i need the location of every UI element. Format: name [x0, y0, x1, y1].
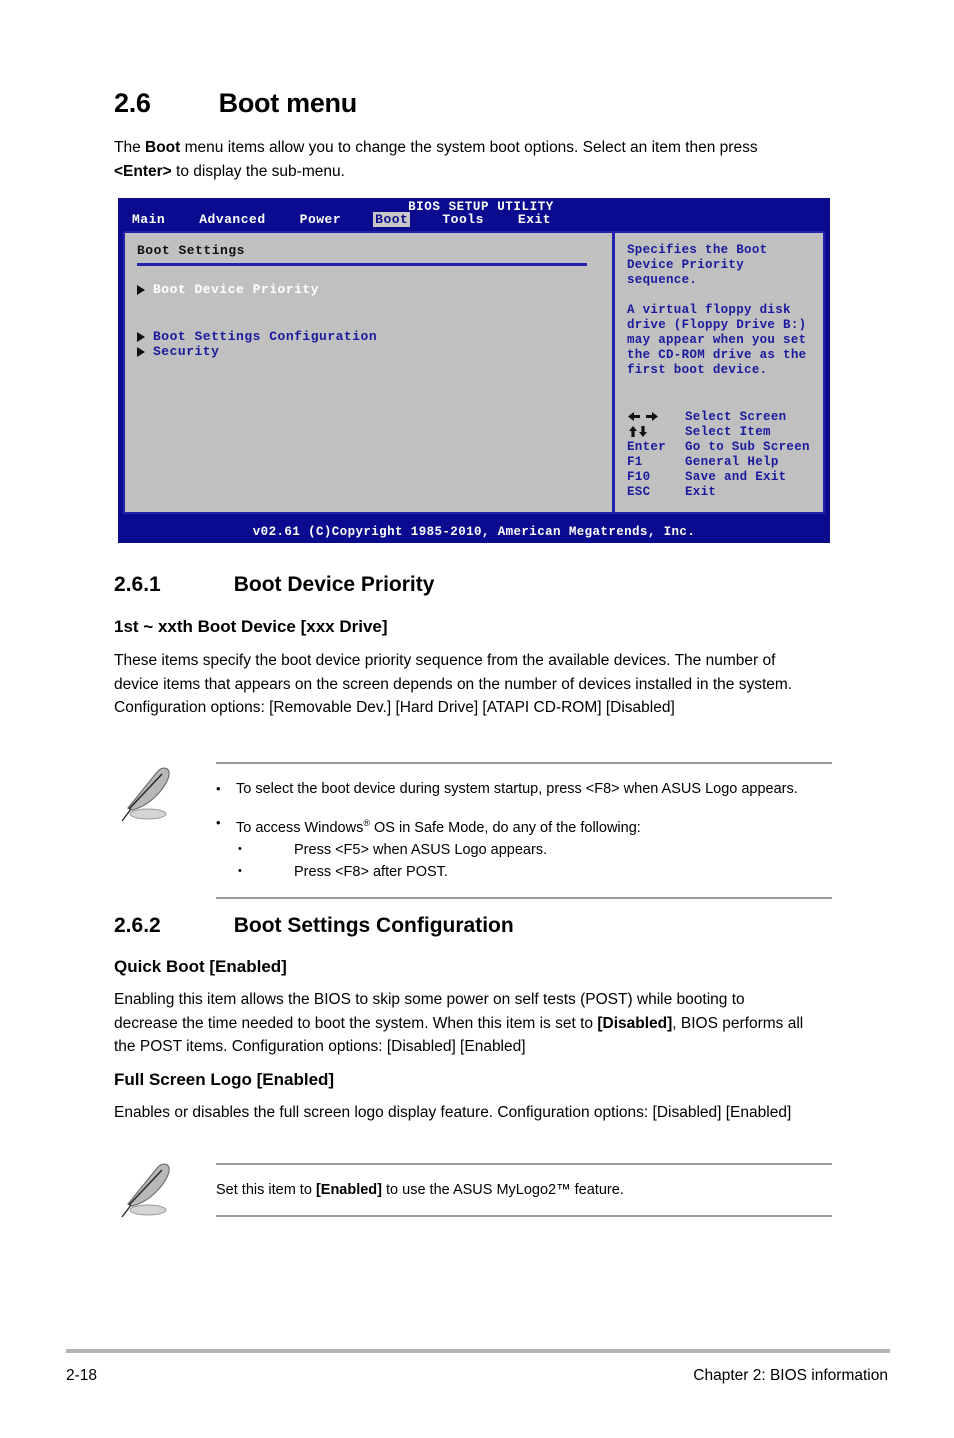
- note-sub-bullet-text: Press <F8> after POST.: [294, 863, 448, 880]
- note-text-a: Set this item to: [216, 1182, 316, 1198]
- legend-row-esc: ESC Exit: [627, 484, 810, 499]
- subsection-1-heading: 2.6.1 Boot Device Priority: [114, 573, 434, 597]
- section-number: 2.6: [114, 88, 151, 118]
- note-bullet-2: • To access Windows® OS in Safe Mode, do…: [216, 812, 832, 839]
- legend-key-label: F1: [627, 454, 643, 469]
- bios-tab-main[interactable]: Main: [130, 212, 167, 227]
- bios-help-panel: Specifies the Boot Device Priority seque…: [615, 233, 823, 512]
- legend-action: Exit: [685, 484, 717, 499]
- bullet-icon: •: [216, 815, 221, 830]
- legend-action: Go to Sub Screen: [685, 439, 810, 454]
- paragraph-bold-disabled: [Disabled]: [597, 1014, 673, 1032]
- registered-mark: ®: [363, 818, 370, 828]
- legend-row-f10: F10 Save and Exit: [627, 469, 810, 484]
- section-heading: 2.6 Boot menu: [114, 88, 357, 119]
- subsection-title: Boot Device Priority: [233, 573, 435, 596]
- bios-navigation-legend: Select Screen Select Item Enter Go to Su…: [627, 409, 810, 499]
- bios-menu-tabs: Main Advanced Power Boot Tools Exit: [130, 212, 583, 227]
- legend-action: Save and Exit: [685, 469, 787, 484]
- bios-tab-tools[interactable]: Tools: [440, 212, 486, 227]
- subsection-number: 2.6.1: [114, 573, 161, 596]
- note-pencil-icon: [118, 762, 176, 824]
- note-text-b: to use the ASUS MyLogo2™ feature.: [382, 1182, 624, 1198]
- bios-item-security[interactable]: Security: [137, 344, 612, 359]
- bios-item-label: Security: [153, 344, 220, 359]
- bullet-text-pre: To access Windows: [236, 819, 364, 836]
- legend-row-enter: Enter Go to Sub Screen: [627, 439, 810, 454]
- triangle-right-icon: [137, 331, 145, 342]
- bios-help-paragraph-2: A virtual floppy disk drive (Floppy Driv…: [627, 303, 807, 377]
- legend-row-select-item: Select Item: [627, 424, 810, 439]
- bios-content-area: Boot Settings Boot Device Priority Boot …: [123, 231, 825, 514]
- bios-item-label: Boot Settings Configuration: [153, 329, 378, 344]
- note-sub-bullet-2: • Press <F8> after POST.: [216, 861, 832, 883]
- footer-divider: [66, 1349, 890, 1353]
- triangle-right-icon: [137, 346, 145, 357]
- paragraph-boot-device: These items specify the boot device prio…: [114, 652, 793, 716]
- legend-action: General Help: [685, 454, 779, 469]
- legend-key-label: F10: [627, 469, 651, 484]
- item-heading-quick-boot: Quick Boot [Enabled]: [114, 957, 287, 976]
- intro-bold-boot: Boot: [145, 139, 181, 156]
- bios-panel-heading: Boot Settings: [137, 243, 245, 258]
- note-rule-bottom: [216, 1215, 832, 1217]
- footer-chapter-label: Chapter 2: BIOS information: [693, 1367, 888, 1384]
- note-content-2: Set this item to [Enabled] to use the AS…: [216, 1165, 832, 1215]
- bios-copyright-footer: v02.61 (C)Copyright 1985-2010, American …: [252, 525, 696, 539]
- bios-item-boot-device-priority[interactable]: Boot Device Priority: [137, 282, 612, 297]
- note-bullet-text: To select the boot device during system …: [236, 781, 798, 797]
- note-pencil-icon: [118, 1158, 176, 1220]
- note-body-1: • To select the boot device during syste…: [216, 762, 832, 899]
- legend-key-label: Enter: [627, 439, 667, 454]
- note-sub-bullet-1: • Press <F5> when ASUS Logo appears.: [216, 839, 832, 861]
- section-title: Boot menu: [218, 88, 358, 118]
- document-page: 2.6 Boot menu The Boot menu items allow …: [0, 0, 954, 1438]
- subsection-2-heading: 2.6.2 Boot Settings Configuration: [114, 914, 514, 938]
- intro-text-2: menu items allow you to change the syste…: [180, 139, 758, 156]
- note-bullet-text: To access Windows® OS in Safe Mode, do a…: [236, 812, 832, 839]
- bullet-icon: •: [216, 781, 221, 796]
- triangle-right-icon: [137, 284, 145, 295]
- bios-tab-advanced[interactable]: Advanced: [197, 212, 267, 227]
- note-rule-bottom: [216, 896, 832, 899]
- intro-text-1: The: [114, 139, 146, 156]
- paragraph-full-screen-logo: Enables or disables the full screen logo…: [114, 1104, 792, 1121]
- note-content-1: • To select the boot device during syste…: [216, 764, 832, 897]
- sub-bullet-icon: •: [238, 864, 242, 877]
- sub-bullet-icon: •: [238, 842, 242, 855]
- subsection-title: Boot Settings Configuration: [233, 914, 514, 937]
- bios-item-boot-settings-configuration[interactable]: Boot Settings Configuration: [137, 329, 612, 344]
- bios-help-paragraph-1: Specifies the Boot Device Priority seque…: [627, 243, 768, 287]
- bios-tab-boot[interactable]: Boot: [373, 212, 411, 227]
- legend-row-f1: F1 General Help: [627, 454, 810, 469]
- note-bold-enabled: [Enabled]: [315, 1182, 382, 1198]
- bios-left-panel: Boot Settings Boot Device Priority Boot …: [125, 233, 612, 512]
- note-bullet-1: • To select the boot device during syste…: [216, 778, 832, 800]
- item-heading-boot-device: 1st ~ xxth Boot Device [xxx Drive]: [114, 617, 388, 636]
- intro-bold-enter: <Enter>: [114, 163, 172, 180]
- bios-item-label: Boot Device Priority: [153, 282, 320, 297]
- bullet-text-post: OS in Safe Mode, do any of the following…: [369, 819, 641, 836]
- legend-key-label: ESC: [627, 484, 651, 499]
- bios-tab-exit[interactable]: Exit: [516, 212, 553, 227]
- intro-text-3: to display the sub-menu.: [171, 163, 345, 180]
- footer-page-number: 2-18: [66, 1367, 98, 1384]
- bios-setup-screenshot: BIOS SETUP UTILITY Main Advanced Power B…: [118, 198, 830, 543]
- bios-tab-power[interactable]: Power: [298, 212, 344, 227]
- section-intro-paragraph: The Boot menu items allow you to change …: [114, 136, 804, 184]
- paragraph-quick-boot: Enabling this item allows the BIOS to sk…: [114, 988, 808, 1059]
- item-heading-full-screen-logo: Full Screen Logo [Enabled]: [114, 1070, 335, 1089]
- subsection-number: 2.6.2: [114, 914, 161, 937]
- legend-action: Select Item: [685, 424, 771, 439]
- note-body-2: Set this item to [Enabled] to use the AS…: [216, 1163, 832, 1217]
- note-sub-bullet-text: Press <F5> when ASUS Logo appears.: [294, 841, 548, 858]
